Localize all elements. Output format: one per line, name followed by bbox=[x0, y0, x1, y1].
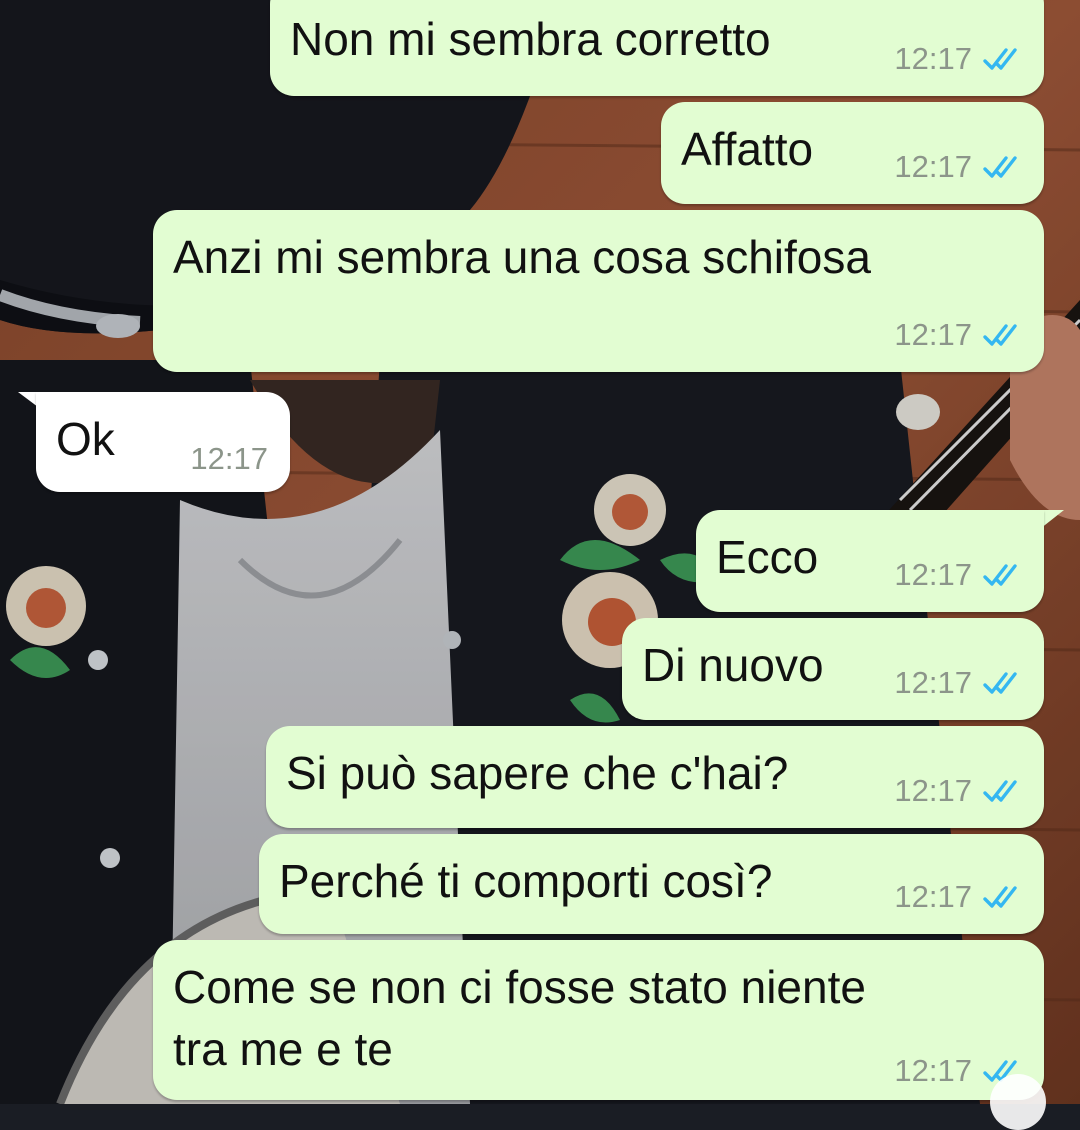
message-meta: 12:17 bbox=[894, 318, 1022, 352]
message-text: Di nuovo bbox=[642, 639, 824, 691]
message-text: Ok bbox=[56, 413, 115, 465]
double-check-icon bbox=[983, 156, 1017, 178]
message-text: Ecco bbox=[716, 531, 819, 583]
message-text: Come se non ci fosse stato niente tra me… bbox=[173, 961, 866, 1075]
message-bubble-outgoing[interactable]: Anzi mi sembra una cosa schifosa 12:17 bbox=[153, 210, 1044, 372]
message-time: 12:17 bbox=[894, 557, 972, 592]
scroll-down-button[interactable] bbox=[990, 1074, 1046, 1130]
message-text: Perché ti comporti così? bbox=[279, 855, 773, 907]
message-text: Anzi mi sembra una cosa schifosa bbox=[173, 231, 871, 283]
double-check-icon bbox=[983, 672, 1017, 694]
double-check-icon bbox=[983, 886, 1017, 908]
message-time: 12:17 bbox=[190, 441, 268, 476]
message-list[interactable]: Non mi sembra corretto 12:17 Affatto 12:… bbox=[0, 0, 1080, 1130]
message-time: 12:17 bbox=[894, 773, 972, 808]
message-meta: 12:17 bbox=[894, 666, 1022, 700]
message-bubble-outgoing[interactable]: Non mi sembra corretto 12:17 bbox=[270, 0, 1044, 96]
message-meta: 12:17 bbox=[894, 42, 1022, 76]
message-bubble-outgoing[interactable]: Si può sapere che c'hai? 12:17 bbox=[266, 726, 1044, 828]
double-check-icon bbox=[983, 48, 1017, 70]
message-text: Affatto bbox=[681, 123, 814, 175]
message-meta: 12:17 bbox=[894, 558, 1022, 592]
message-bubble-outgoing[interactable]: Ecco 12:17 bbox=[696, 510, 1044, 612]
message-time: 12:17 bbox=[894, 149, 972, 184]
message-meta: 12:17 bbox=[894, 150, 1022, 184]
message-time: 12:17 bbox=[894, 879, 972, 914]
double-check-icon bbox=[983, 564, 1017, 586]
message-time: 12:17 bbox=[894, 317, 972, 352]
message-text: Non mi sembra corretto bbox=[290, 13, 771, 65]
message-bubble-incoming[interactable]: Ok 12:17 bbox=[36, 392, 290, 492]
message-meta: 12:17 bbox=[190, 442, 268, 476]
double-check-icon bbox=[983, 780, 1017, 802]
message-bubble-outgoing[interactable]: Come se non ci fosse stato niente tra me… bbox=[153, 940, 1044, 1100]
message-time: 12:17 bbox=[894, 41, 972, 76]
message-bubble-outgoing[interactable]: Di nuovo 12:17 bbox=[622, 618, 1044, 720]
message-time: 12:17 bbox=[894, 665, 972, 700]
message-text: Si può sapere che c'hai? bbox=[286, 747, 789, 799]
message-meta: 12:17 bbox=[894, 774, 1022, 808]
double-check-icon bbox=[983, 324, 1017, 346]
message-time: 12:17 bbox=[894, 1053, 972, 1088]
message-bubble-outgoing[interactable]: Affatto 12:17 bbox=[661, 102, 1044, 204]
message-meta: 12:17 bbox=[894, 880, 1022, 914]
message-bubble-outgoing[interactable]: Perché ti comporti così? 12:17 bbox=[259, 834, 1044, 934]
